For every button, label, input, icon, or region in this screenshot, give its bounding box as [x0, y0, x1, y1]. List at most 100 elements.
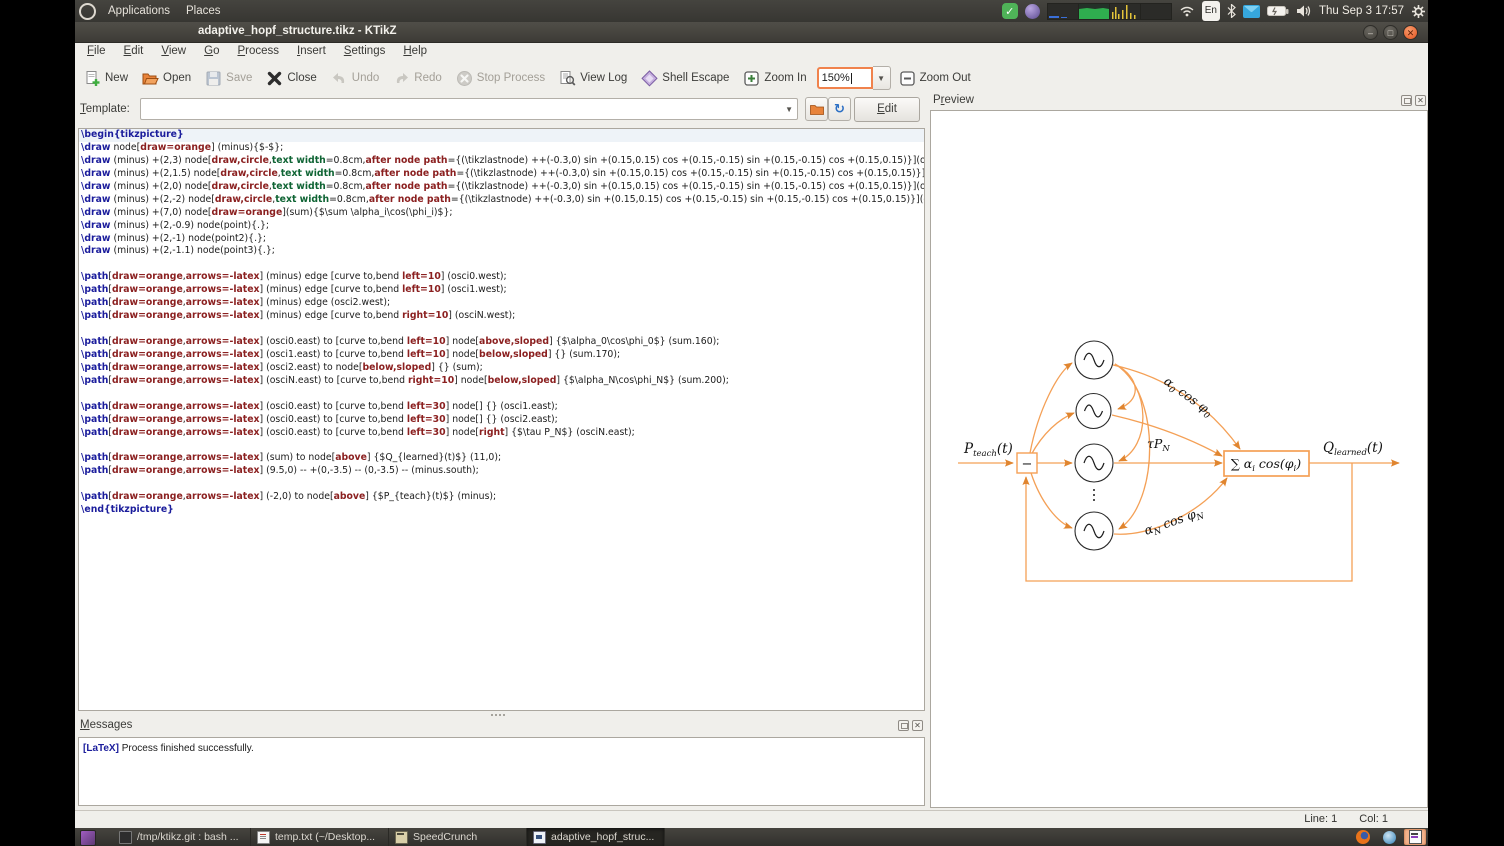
open-button[interactable]: Open	[136, 67, 197, 90]
oscillator-nodes	[1075, 341, 1113, 550]
template-open-button[interactable]	[805, 97, 828, 121]
alpha0-label: α0 cos φ0	[1159, 373, 1216, 421]
code-line: \draw (minus) +(7,0) node[draw=orange](s…	[79, 207, 924, 220]
q-learned-label: Qlearned(t)	[1323, 440, 1383, 458]
taskbar-window-button[interactable]: SpeedCrunch	[389, 828, 527, 846]
code-line: \path[draw=orange,arrows=-latex] (osci0.…	[79, 401, 924, 414]
template-edit-button[interactable]: Edit	[854, 97, 920, 122]
vertical-ellipsis	[1093, 489, 1095, 501]
menu-help[interactable]: Help	[394, 43, 436, 62]
code-line	[79, 258, 924, 271]
messages-float-icon[interactable]	[898, 720, 909, 731]
ic-textedit	[257, 831, 270, 844]
undo-button: Undo	[325, 67, 386, 90]
stop-process-button: Stop Process	[450, 67, 551, 90]
status-bar: Line: 1 Col: 1	[75, 810, 1428, 829]
menu-go[interactable]: Go	[195, 43, 228, 62]
code-line: \path[draw=orange,arrows=-latex] (minus)…	[79, 284, 924, 297]
clock[interactable]: Thu Sep 3 17:57	[1319, 2, 1404, 20]
editor-messages-splitter[interactable]	[485, 712, 511, 717]
code-line: \draw (minus) +(2,0) node[draw,circle,te…	[79, 181, 924, 194]
code-line: \begin{tikzpicture}	[79, 129, 924, 142]
messages-close-icon[interactable]: ✕	[912, 720, 923, 731]
menu-insert[interactable]: Insert	[288, 43, 335, 62]
preview-float-icon[interactable]	[1401, 95, 1412, 106]
browser-launcher[interactable]	[1378, 829, 1400, 845]
menu-file[interactable]: File	[78, 43, 115, 62]
new-button[interactable]: New	[78, 67, 134, 90]
tau-pn-label: τPN	[1147, 436, 1170, 454]
p-teach-label: Pteach(t)	[963, 441, 1013, 459]
template-dropdown-arrow-icon[interactable]: ▼	[785, 105, 793, 114]
update-ok-indicator-icon[interactable]: ✓	[1002, 3, 1018, 19]
menu-view[interactable]: View	[152, 43, 195, 62]
firefox-icon	[1356, 830, 1370, 844]
zoom-in-button[interactable]: Zoom In	[737, 67, 812, 90]
code-line: \draw (minus) +(2,-1) node(point2){.};	[79, 233, 924, 246]
ktikz-icon	[1409, 830, 1422, 844]
menu-settings[interactable]: Settings	[335, 43, 395, 62]
mail-indicator-icon[interactable]	[1243, 5, 1260, 18]
code-line: \path[draw=orange,arrows=-latex] (sum) t…	[79, 452, 924, 465]
volume-icon[interactable]	[1296, 2, 1312, 20]
zoom-level-input[interactable]: 150%	[817, 67, 873, 89]
code-line	[79, 478, 924, 491]
applications-menu[interactable]: Applications	[100, 0, 178, 22]
distributor-logo-icon[interactable]	[79, 3, 96, 20]
redo-icon	[393, 70, 410, 87]
places-menu[interactable]: Places	[178, 0, 229, 22]
code-line: \path[draw=orange,arrows=-latex] (osci2.…	[79, 362, 924, 375]
template-combobox[interactable]: ▼	[140, 98, 798, 120]
code-line: \path[draw=orange,arrows=-latex] (osci0.…	[79, 427, 924, 440]
menu-edit[interactable]: Edit	[115, 43, 153, 62]
zoom-dropdown-arrow-icon[interactable]: ▼	[873, 66, 891, 90]
template-refresh-button[interactable]: ↻	[828, 97, 851, 121]
taskbar-window-button[interactable]: temp.txt (~/Desktop...	[251, 828, 389, 846]
stop-process-icon	[456, 70, 473, 87]
menu-bar: FileEditViewGoProcessInsertSettingsHelp	[78, 43, 436, 62]
code-line: \path[draw=orange,arrows=-latex] (-2,0) …	[79, 491, 924, 504]
code-line: \draw node[draw=orange] (minus){$-$};	[79, 142, 924, 155]
view-log-button[interactable]: View Log	[553, 67, 633, 90]
zoom-level-combo[interactable]: 150% ▼	[817, 66, 891, 90]
messages-panel[interactable]: [LaTeX] Process finished successfully.	[78, 737, 925, 806]
new-icon	[84, 70, 101, 87]
shell-escape-icon	[641, 70, 658, 87]
menu-process[interactable]: Process	[228, 43, 288, 62]
session-gear-icon[interactable]	[1411, 2, 1426, 20]
keyboard-layout-indicator[interactable]: En	[1202, 1, 1220, 21]
wifi-icon[interactable]	[1179, 2, 1195, 20]
close-button[interactable]: Close	[260, 67, 322, 90]
code-line: \path[draw=orange,arrows=-latex] (minus)…	[79, 310, 924, 323]
messages-panel-header: Messages ✕	[78, 718, 925, 736]
close-icon	[266, 70, 283, 87]
close-button[interactable]: ✕	[1403, 25, 1418, 40]
battery-icon[interactable]	[1267, 2, 1289, 20]
zoom-out-button[interactable]: Zoom Out	[893, 67, 977, 90]
ic-ktikz	[533, 831, 546, 844]
minimize-button[interactable]: –	[1363, 25, 1378, 40]
workspace-switcher-icon[interactable]	[80, 830, 96, 846]
titlebar[interactable]: adaptive_hopf_structure.tikz - KTikZ – □…	[75, 22, 1428, 43]
maximize-button[interactable]: □	[1383, 25, 1398, 40]
taskbar-window-button[interactable]: /tmp/ktikz.git : bash ...	[113, 828, 251, 846]
bluetooth-icon[interactable]	[1227, 2, 1236, 20]
firefox-launcher[interactable]	[1352, 829, 1374, 845]
shell-escape-button[interactable]: Shell Escape	[635, 67, 735, 90]
preview-close-icon[interactable]: ✕	[1415, 95, 1426, 106]
browser-icon	[1383, 831, 1396, 844]
taskbar-window-button[interactable]: adaptive_hopf_struc...	[527, 828, 665, 846]
code-line: \draw (minus) +(2,-0.9) node(point){.};	[79, 220, 924, 233]
desktop: Applications Places ✓	[75, 0, 1428, 846]
system-monitor-applet[interactable]	[1047, 2, 1172, 20]
ktikz-launcher-active[interactable]	[1404, 829, 1426, 845]
redo-button: Redo	[387, 67, 448, 90]
view-log-icon	[559, 70, 576, 87]
code-line: \draw (minus) +(2,-2) node[draw,circle,t…	[79, 194, 924, 207]
code-line: \path[draw=orange,arrows=-latex] (9.5,0)…	[79, 465, 924, 478]
ic-calc	[395, 831, 408, 844]
code-line: \path[draw=orange,arrows=-latex] (osci1.…	[79, 349, 924, 362]
app-indicator-icon[interactable]	[1025, 4, 1040, 19]
status-col: Col: 1	[1359, 813, 1388, 825]
code-editor[interactable]: \begin{tikzpicture}\draw node[draw=orang…	[78, 128, 925, 711]
